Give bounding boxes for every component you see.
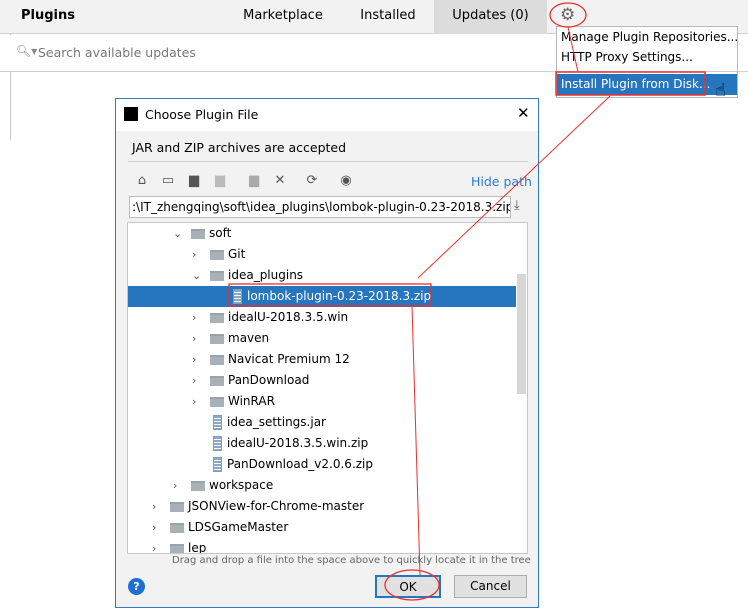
- tree-item-label: idealU-2018.3.5.win: [228, 310, 349, 324]
- dialog-subtitle: JAR and ZIP archives are accepted: [132, 140, 347, 155]
- archive-icon: [233, 289, 242, 304]
- menu-item-manage-repositories[interactable]: Manage Plugin Repositories...: [557, 27, 738, 48]
- file-tree[interactable]: ⌄ soft › Git ⌄ idea_plugins lombok-plugin-0.23…: [127, 222, 528, 554]
- tree-item[interactable]: › Git: [128, 244, 516, 265]
- folder-icon: [170, 502, 184, 512]
- tree-item-label: LDSGameMaster: [188, 520, 289, 534]
- gear-icon[interactable]: ⚙: [560, 5, 575, 25]
- dialog-titlebar: Choose Plugin File ✕: [116, 99, 538, 131]
- chevron-down-icon[interactable]: ⌄: [192, 265, 201, 286]
- folder-icon: [210, 271, 224, 281]
- download-icon[interactable]: ⤓: [514, 198, 520, 213]
- chevron-right-icon[interactable]: ›: [152, 538, 156, 553]
- chevron-right-icon[interactable]: ›: [152, 517, 156, 538]
- folder-icon: [191, 481, 205, 491]
- folder-icon: [210, 355, 224, 365]
- refresh-icon[interactable]: ⟳: [304, 173, 320, 189]
- delete-icon[interactable]: ✕: [272, 173, 288, 189]
- tree-item-label: PanDownload: [228, 373, 310, 387]
- folder-icon: [170, 523, 184, 533]
- tree-item-label: idealU-2018.3.5.win.zip: [227, 436, 369, 450]
- module-folder-icon[interactable]: ▆: [212, 173, 228, 189]
- tree-item-label: Git: [228, 247, 246, 261]
- tree-item-label: soft: [209, 226, 232, 240]
- tree-scrollbar[interactable]: [517, 274, 526, 394]
- hide-path-link[interactable]: Hide path: [471, 174, 532, 189]
- chevron-right-icon[interactable]: ›: [192, 307, 196, 328]
- chevron-right-icon[interactable]: ›: [192, 370, 196, 391]
- menu-item-http-proxy[interactable]: HTTP Proxy Settings...: [557, 47, 737, 68]
- ok-button[interactable]: OK: [375, 575, 441, 598]
- folder-icon: [210, 313, 224, 323]
- tree-item-label: lep: [188, 541, 207, 554]
- page-title: Plugins: [21, 8, 75, 23]
- tree-item-label: idea_plugins: [228, 268, 304, 282]
- dialog-title: Choose Plugin File: [145, 107, 259, 122]
- tree-item-label: workspace: [209, 478, 274, 492]
- tree-item[interactable]: › lep: [128, 538, 516, 554]
- chevron-right-icon[interactable]: ›: [152, 496, 156, 517]
- divider: [128, 161, 528, 162]
- hand-cursor-icon: ☝: [715, 80, 726, 101]
- menu-item-install-from-disk[interactable]: Install Plugin from Disk...: [557, 74, 737, 95]
- choose-plugin-file-dialog: Choose Plugin File ✕ JAR and ZIP archive…: [115, 98, 539, 608]
- chevron-right-icon[interactable]: ›: [192, 391, 196, 412]
- tree-item-label: Navicat Premium 12: [228, 352, 350, 366]
- chevron-right-icon[interactable]: ›: [173, 475, 177, 496]
- tree-item-label: lombok-plugin-0.23-2018.3.zip: [247, 289, 432, 303]
- tree-item-label: JSONView-for-Chrome-master: [188, 499, 365, 513]
- tree-item[interactable]: › maven: [128, 328, 516, 349]
- menu-separator: [557, 71, 737, 72]
- settings-menu: Manage Plugin Repositories... HTTP Proxy…: [556, 26, 738, 98]
- new-folder-icon[interactable]: ▆: [246, 173, 262, 189]
- archive-icon: [213, 436, 222, 451]
- show-hidden-icon[interactable]: ◉: [338, 173, 354, 189]
- tree-item[interactable]: lombok-plugin-0.23-2018.3.zip: [128, 286, 516, 307]
- search-icon[interactable]: 🔍︎▾: [16, 44, 37, 58]
- tree-item[interactable]: PanDownload_v2.0.6.zip: [128, 454, 516, 475]
- folder-icon: [210, 397, 224, 407]
- tree-item-label: idea_settings.jar: [227, 415, 326, 429]
- tree-item-label: maven: [228, 331, 270, 345]
- close-icon[interactable]: ✕: [517, 104, 530, 122]
- chevron-right-icon[interactable]: ›: [192, 244, 196, 265]
- help-icon[interactable]: ?: [128, 578, 145, 595]
- tab-updates[interactable]: Updates (0): [434, 0, 547, 34]
- tree-item[interactable]: › PanDownload: [128, 370, 516, 391]
- cancel-button[interactable]: Cancel: [454, 575, 527, 598]
- tree-item[interactable]: idealU-2018.3.5.win.zip: [128, 433, 516, 454]
- tree-item-label: PanDownload_v2.0.6.zip: [227, 457, 374, 471]
- project-folder-icon[interactable]: ▆: [186, 173, 202, 189]
- tree-item[interactable]: › idealU-2018.3.5.win: [128, 307, 516, 328]
- tree-item[interactable]: idea_settings.jar: [128, 412, 516, 433]
- drag-drop-hint: Drag and drop a file into the space abov…: [172, 555, 531, 566]
- tree-item[interactable]: › JSONView-for-Chrome-master: [128, 496, 516, 517]
- folder-icon: [191, 229, 205, 239]
- tab-marketplace[interactable]: Marketplace: [236, 0, 330, 34]
- folder-icon: [210, 334, 224, 344]
- tree-item[interactable]: › WinRAR: [128, 391, 516, 412]
- chevron-down-icon[interactable]: ⌄: [173, 223, 182, 244]
- desktop-icon[interactable]: ▭: [160, 173, 176, 189]
- home-icon[interactable]: ⌂: [134, 173, 150, 189]
- chevron-right-icon[interactable]: ›: [192, 349, 196, 370]
- archive-icon: [213, 415, 222, 430]
- tree-item[interactable]: ⌄ soft: [128, 223, 516, 244]
- tree-item[interactable]: ⌄ idea_plugins: [128, 265, 516, 286]
- tree-item[interactable]: › Navicat Premium 12: [128, 349, 516, 370]
- folder-icon: [210, 250, 224, 260]
- folder-icon: [170, 544, 184, 553]
- tree-item-label: WinRAR: [228, 394, 275, 408]
- intellij-logo-icon: [124, 107, 138, 121]
- chevron-right-icon[interactable]: ›: [192, 328, 196, 349]
- tree-item[interactable]: › LDSGameMaster: [128, 517, 516, 538]
- tree-item[interactable]: › workspace: [128, 475, 516, 496]
- search-input[interactable]: Search available updates: [38, 45, 196, 60]
- archive-icon: [213, 457, 222, 472]
- folder-icon: [210, 376, 224, 386]
- path-input[interactable]: :\IT_zhengqing\soft\idea_plugins\lombok-…: [129, 196, 511, 218]
- tab-installed[interactable]: Installed: [350, 0, 426, 34]
